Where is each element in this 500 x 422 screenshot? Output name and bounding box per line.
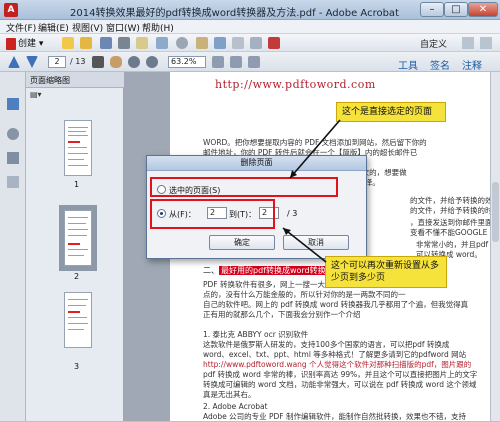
toolbar-option-icon[interactable] <box>462 37 474 49</box>
read-mode-icon[interactable] <box>248 56 260 68</box>
page-text-line: 点的，没有什么万能金般的，所以针对你的是一两款不同的一 <box>203 290 406 299</box>
page-text-line: 自己的软件吧。网上的 pdf 转换成 word 转换器我几乎都用了个遍，但我觉得… <box>203 300 469 309</box>
heading-highlight: 最好用的pdf转换成word转换器 <box>219 266 336 275</box>
page-thumbnail-1[interactable] <box>64 120 92 176</box>
ok-button[interactable]: 确定 <box>209 235 275 250</box>
main-toolbar: 创建 ▾ 自定义 <box>0 34 500 52</box>
customize-menu[interactable]: 自定义 <box>420 37 447 50</box>
title-bar: A 2014转换效果最好的pdf转换成word转换器及方法.pdf - Adob… <box>0 0 500 20</box>
thumbnail-label-1: 1 <box>74 180 80 189</box>
window-title: 2014转换效果最好的pdf转换成word转换器及方法.pdf - Adobe … <box>70 8 400 19</box>
create-label: 创建 <box>18 39 37 49</box>
hand-tool-icon[interactable] <box>110 56 122 68</box>
bookmarks-icon[interactable] <box>7 176 19 188</box>
thumbnail-label-3: 3 <box>74 362 80 371</box>
edit-icon[interactable] <box>232 37 244 49</box>
open-folder-icon[interactable] <box>62 37 74 49</box>
comment-panel-button[interactable]: 注释 <box>462 57 482 72</box>
attachment-icon[interactable] <box>7 128 19 140</box>
export-pdf-icon[interactable] <box>268 37 280 49</box>
layers-icon[interactable] <box>7 152 19 164</box>
total-pages-label: / 3 <box>287 209 298 218</box>
comment-bubble-icon[interactable] <box>196 37 208 49</box>
next-page-icon[interactable] <box>26 56 38 68</box>
section-heading: 二、 最好用的pdf转换成word转换器 <box>203 265 336 276</box>
page-total: / 13 <box>70 57 86 66</box>
dropdown-arrow-icon: ▾ <box>36 39 44 49</box>
print-icon[interactable] <box>118 37 130 49</box>
thumbnails-title: 页面缩略图 <box>30 76 70 85</box>
menu-bar: 文件(F) 编辑(E) 视图(V) 窗口(W) 帮助(H) <box>0 20 500 34</box>
page-text-line: 变看不懂不能GOOGLE <box>410 228 488 237</box>
heading-prefix: 二、 <box>203 266 219 275</box>
vertical-scrollbar[interactable] <box>490 72 500 421</box>
page-text-line: 这款软件是俄罗斯人研发的，支持100多个国家的语言，可以把pdf 转换成 <box>203 340 450 349</box>
form-icon[interactable] <box>214 37 226 49</box>
minimize-button[interactable]: – <box>420 2 444 17</box>
combine-files-icon[interactable] <box>80 37 92 49</box>
highlight-page-range-box <box>150 199 275 229</box>
page-text-line: 2. Adobe Acrobat <box>203 402 268 411</box>
page-text-line: pdf 转换成 word 非常的棒，识别率高达 99%，并且这个可以直接把图片上… <box>203 370 478 379</box>
page-text-line: 真是无出其右。 <box>203 390 256 399</box>
navigation-rail <box>0 72 26 421</box>
menu-file[interactable]: 文件(F) <box>6 21 36 34</box>
share-icon[interactable] <box>156 37 168 49</box>
thumbnail-options-icon[interactable]: ▤▾ <box>30 90 50 101</box>
page-thumbnail-2-selected[interactable] <box>64 210 92 266</box>
fit-width-icon[interactable] <box>230 56 242 68</box>
callout-selected-pages: 这个是直接选定的页面 <box>336 102 446 122</box>
dialog-title: 删除页面 <box>147 156 366 171</box>
zoom-out-icon[interactable] <box>128 56 140 68</box>
fit-page-icon[interactable] <box>212 56 224 68</box>
email-icon[interactable] <box>136 37 148 49</box>
page-number-input[interactable]: 2 <box>48 56 66 68</box>
page-text-line: WORD。把你想要提取内容的 PDF 文档添加到网站，然后留下你的 <box>203 138 427 147</box>
toolbar-expand-icon[interactable] <box>480 37 492 49</box>
menu-view[interactable]: 视图(V) <box>72 21 103 34</box>
page-text-line: 的文件，并给予转换的效果， <box>410 196 490 205</box>
sign-panel-button[interactable]: 签名 <box>430 57 450 72</box>
previous-page-icon[interactable] <box>8 56 20 68</box>
page-text-line: http://www.pdftoword.wang 个人觉得这个软件对那种扫描版… <box>203 360 472 369</box>
page-thumbnails-icon[interactable] <box>7 98 19 110</box>
create-button[interactable]: 创建 ▾ <box>6 36 43 50</box>
acrobat-app-icon: A <box>4 3 18 17</box>
highlight-selected-pages-box <box>150 177 338 197</box>
page-text-line: 1. 泰比克 ABBYY ocr 识别软件 <box>203 330 309 339</box>
maximize-button[interactable]: □ <box>444 2 468 17</box>
page-text-line: 转换成可编辑的 word 文档，功能非常强大，可以说在 pdf 转换成 word… <box>203 380 477 389</box>
zoom-level-select[interactable]: 63.2% <box>168 56 206 68</box>
settings-gear-icon[interactable] <box>176 37 188 49</box>
page-text-line: 的文件，并给予转换的时。 <box>410 206 490 215</box>
menu-edit[interactable]: 编辑(E) <box>38 21 69 34</box>
page-thumbnails-panel: 页面缩略图 ▤▾ 1 2 3 <box>26 72 124 421</box>
thumbnails-header: 页面缩略图 <box>26 72 124 88</box>
page-text-line: word、excel、txt、ppt、html 等多种格式！了解更多请到它的pd… <box>203 350 467 359</box>
navigation-toolbar: 2 / 13 63.2% 工具 签名 注释 <box>0 52 500 72</box>
zoom-in-icon[interactable] <box>146 56 158 68</box>
scrollbar-thumb[interactable] <box>492 182 499 242</box>
protect-icon[interactable] <box>250 37 262 49</box>
page-text-line: ，直接发送到你邮件里面 <box>410 218 490 227</box>
menu-window[interactable]: 窗口(W) <box>106 21 140 34</box>
menu-help[interactable]: 帮助(H) <box>142 21 174 34</box>
page-thumbnail-3[interactable] <box>64 292 92 348</box>
thumbnail-label-2: 2 <box>74 272 80 281</box>
select-cursor-icon[interactable] <box>92 56 104 68</box>
close-button[interactable]: ✕ <box>468 2 498 17</box>
page-text-line: 非常常小的，并且pdf <box>416 240 489 249</box>
save-icon[interactable] <box>100 37 112 49</box>
page-url-header: http://www.pdftoword.com <box>215 78 376 91</box>
tools-panel-button[interactable]: 工具 <box>398 57 418 72</box>
create-pdf-icon <box>6 37 16 50</box>
page-text-line: 正有用的就那么几个，下面我会分别作一个介绍 <box>203 310 361 319</box>
callout-page-range: 这个可以再次重新设置从多少页到多少页 <box>325 256 447 288</box>
cancel-button[interactable]: 取消 <box>283 235 349 250</box>
